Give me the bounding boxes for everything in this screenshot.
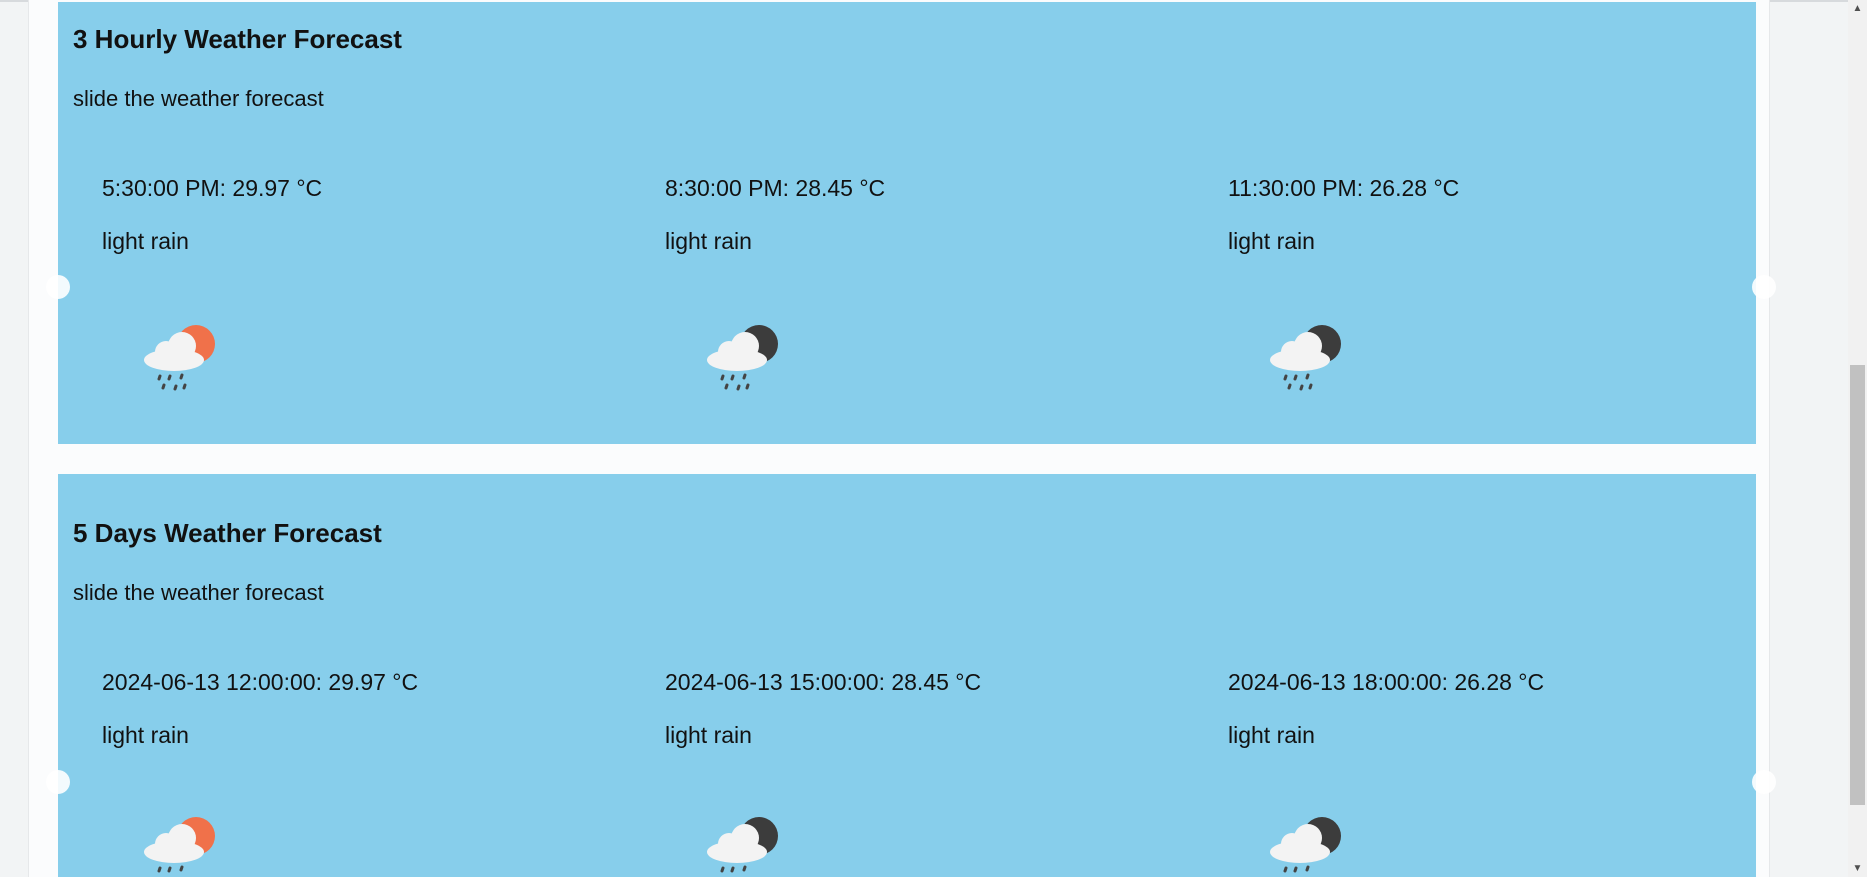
forecast-time-temp: 11:30:00 PM: 26.28 °C xyxy=(1228,175,1460,201)
scroll-down-arrow-icon[interactable]: ▼ xyxy=(1848,860,1867,877)
forecast-time-temp: 2024-06-13 12:00:00: 29.97 °C xyxy=(102,669,419,695)
hourly-slide-3[interactable]: 11:30:00 PM: 26.28 °C light rain xyxy=(1199,2,1719,444)
forecast-description: light rain xyxy=(102,228,189,254)
hourly-slide-1[interactable]: 5:30:00 PM: 29.97 °C light rain xyxy=(73,2,593,444)
forecast-time-temp: 2024-06-13 15:00:00: 28.45 °C xyxy=(665,669,982,695)
forecast-time-temp: 8:30:00 PM: 28.45 °C xyxy=(665,175,886,201)
slider-next-dot-daily[interactable] xyxy=(1752,770,1776,794)
forecast-description: light rain xyxy=(1228,722,1315,748)
forecast-description: light rain xyxy=(102,722,189,748)
rain-moon-icon xyxy=(707,817,778,873)
rain-sun-icon xyxy=(144,817,215,873)
daily-slide-1[interactable]: 2024-06-13 12:00:00: 29.97 °C light rain xyxy=(73,474,593,877)
daily-forecast-panel: 5 Days Weather Forecast slide the weathe… xyxy=(58,474,1756,877)
daily-slide-2[interactable]: 2024-06-13 15:00:00: 28.45 °C light rain xyxy=(636,474,1156,877)
slider-prev-dot-daily[interactable] xyxy=(46,770,70,794)
hourly-forecast-panel: 3 Hourly Weather Forecast slide the weat… xyxy=(58,2,1756,444)
forecast-description: light rain xyxy=(665,228,752,254)
rain-moon-icon xyxy=(1270,325,1341,391)
rain-moon-icon xyxy=(707,325,778,391)
hourly-slide-2[interactable]: 8:30:00 PM: 28.45 °C light rain xyxy=(636,2,1156,444)
forecast-description: light rain xyxy=(1228,228,1315,254)
daily-slide-3[interactable]: 2024-06-13 18:00:00: 26.28 °C light rain xyxy=(1199,474,1719,877)
slider-prev-dot-hourly[interactable] xyxy=(46,275,70,299)
rain-moon-icon xyxy=(1270,817,1341,873)
slider-next-dot-hourly[interactable] xyxy=(1752,275,1776,299)
rain-sun-icon xyxy=(144,325,215,391)
scrollbar-thumb[interactable] xyxy=(1850,365,1865,805)
scroll-up-arrow-icon[interactable]: ▲ xyxy=(1848,0,1867,17)
vertical-scrollbar[interactable]: ▲ ▼ xyxy=(1848,0,1867,877)
forecast-time-temp: 2024-06-13 18:00:00: 26.28 °C xyxy=(1228,669,1545,695)
forecast-time-temp: 5:30:00 PM: 29.97 °C xyxy=(102,175,323,201)
forecast-description: light rain xyxy=(665,722,752,748)
